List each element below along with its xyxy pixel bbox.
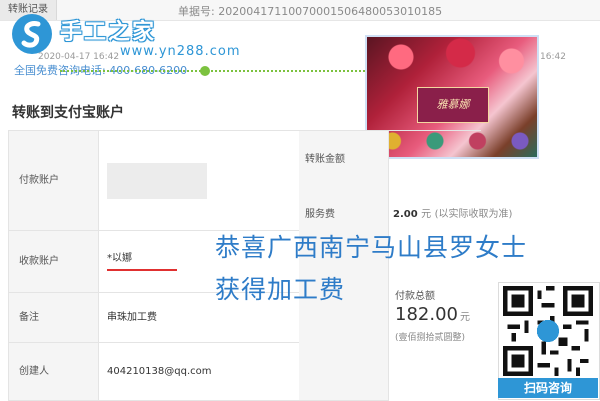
transfer-amount-label: 转账金额 xyxy=(305,154,345,165)
payee-account-redacted xyxy=(107,269,177,271)
progress-line xyxy=(60,70,380,72)
total-amount-chinese: (壹佰捌拾贰圆整) xyxy=(395,333,466,343)
total-value: 182.00 xyxy=(395,304,458,325)
transfer-details-table: 付款账户 收款账户 备注 创建人 *以娜 串珠加工费 404210138@qq.… xyxy=(8,130,481,401)
scan-to-consult-label[interactable]: 扫码咨询 xyxy=(498,378,598,398)
payee-label: 收款账户 xyxy=(9,231,99,293)
site-url: www.yn288.com xyxy=(120,44,241,59)
congrats-caption-line2: 获得加工费 xyxy=(215,275,346,304)
payer-account-redacted xyxy=(107,163,207,199)
remark-label: 备注 xyxy=(9,293,99,343)
promo-brand-badge: 雅慕娜 xyxy=(417,87,489,123)
fee-note: (以实际收取为准) xyxy=(434,209,513,220)
creator-value: 404210138@qq.com xyxy=(99,343,299,401)
timeline-time-start: 2020-04-17 16:42 xyxy=(38,52,120,62)
congrats-caption-line1: 恭喜广西南宁马山县罗女士 xyxy=(215,233,528,262)
section-title: 转账到支付宝账户 xyxy=(12,105,124,121)
rose-petals-graphic xyxy=(367,37,537,77)
site-title: 手工之家 xyxy=(60,20,157,45)
fee-value: 2.00 元 (以实际收取为准) xyxy=(393,205,512,220)
creator-label: 创建人 xyxy=(9,343,99,401)
order-number: 单据号: 20200417110070001506480053010185 xyxy=(178,5,443,18)
payer-label: 付款账户 xyxy=(9,131,99,231)
fee-amount: 2.00 xyxy=(393,209,418,220)
timeline-time-end: 16:42 xyxy=(540,52,566,62)
total-label: 付款总额 xyxy=(395,291,435,302)
progress-dot xyxy=(200,66,210,76)
fee-unit: 元 xyxy=(421,209,432,220)
total-unit: 元 xyxy=(459,312,470,323)
qr-code-icon[interactable] xyxy=(503,286,593,376)
amount-label-column xyxy=(299,131,389,401)
payer-value-cell xyxy=(99,131,299,231)
fee-label: 服务费 xyxy=(305,209,335,220)
total-amount: 182.00 元 xyxy=(395,304,470,325)
payee-name: *以娜 xyxy=(107,253,132,264)
site-logo-icon xyxy=(12,14,52,54)
